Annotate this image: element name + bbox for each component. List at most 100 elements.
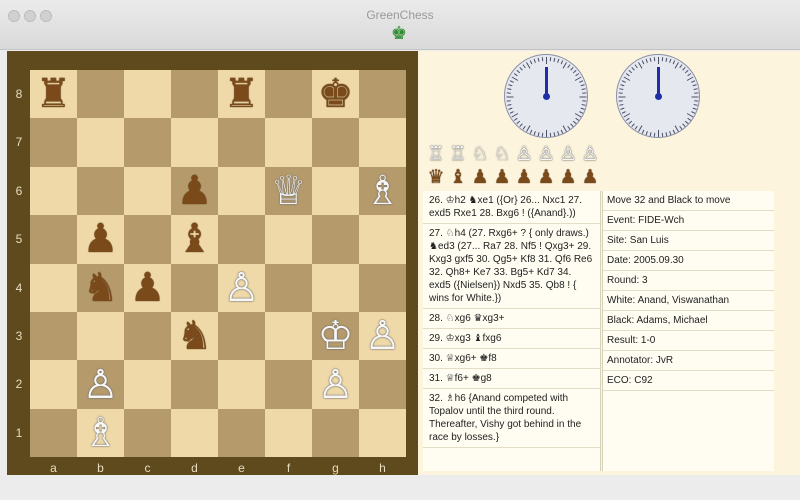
chess-piece[interactable]: ♟ [130,268,166,308]
chess-piece[interactable]: ♜ [36,74,72,114]
square-b6[interactable] [77,166,124,216]
square-h3[interactable]: ♙ [359,312,406,361]
square-e8[interactable]: ♜ [218,70,265,119]
square-c5[interactable] [124,215,171,264]
square-h6[interactable]: ♗ [359,166,406,216]
chess-piece[interactable]: ♙ [83,365,119,405]
square-d3[interactable]: ♞ [171,312,218,361]
square-e3[interactable] [218,312,265,361]
square-h1[interactable] [359,408,406,458]
square-e5[interactable] [218,215,265,264]
square-f8[interactable] [265,70,312,119]
square-a3[interactable] [30,312,77,361]
square-a2[interactable] [30,360,77,409]
square-c6[interactable] [124,166,171,216]
chess-board[interactable]: ♜ ♜ ♚ ♟ ♕ ♗ ♟ ♝ ♞ ♟ ♙ ♞ ♔ ♙ ♙ ♙ ♗ [30,70,406,458]
square-e6[interactable] [218,166,265,216]
square-f5[interactable] [265,215,312,264]
square-g7[interactable] [312,118,359,167]
chess-piece[interactable]: ♞ [83,268,119,308]
square-d6[interactable]: ♟ [171,166,218,216]
chess-piece[interactable]: ♟ [83,219,119,259]
chess-piece[interactable]: ♙ [318,365,354,405]
chess-piece[interactable]: ♜ [224,74,260,114]
square-f6[interactable]: ♕ [265,166,312,216]
green-chess-king-icon[interactable]: ♚ [389,23,409,43]
square-g5[interactable] [312,215,359,264]
square-c7[interactable] [124,118,171,167]
square-d4[interactable] [171,263,218,312]
square-a4[interactable] [30,263,77,312]
move-list[interactable]: 26. ♔h2 ♞xe1 ({Or} 26... Nxc1 27. exd5 R… [423,191,607,471]
square-b2[interactable]: ♙ [77,360,124,409]
chess-piece[interactable]: ♟ [177,171,213,211]
square-b1[interactable]: ♗ [77,408,124,458]
square-b5[interactable]: ♟ [77,215,124,264]
square-d1[interactable] [171,408,218,458]
square-g6[interactable] [312,166,359,216]
square-d7[interactable] [171,118,218,167]
square-f4[interactable] [265,263,312,312]
square-a8[interactable]: ♜ [30,70,77,119]
clock-tick [572,120,577,125]
square-g2[interactable]: ♙ [312,360,359,409]
square-g8[interactable]: ♚ [312,70,359,119]
square-b8[interactable] [77,70,124,119]
square-e4[interactable]: ♙ [218,263,265,312]
move-entry[interactable]: 27. ♘h4 (27. Rxg6+ ? { only draws.) ♞ed3… [423,224,600,309]
square-c3[interactable] [124,312,171,361]
move-entry[interactable]: 28. ♘xg6 ♛xg3+ [423,309,600,329]
clock-tick [692,84,697,87]
square-f2[interactable] [265,360,312,409]
chess-piece[interactable]: ♙ [224,268,260,308]
square-c1[interactable] [124,408,171,458]
clock-tick [579,80,584,83]
chess-piece[interactable]: ♗ [365,171,401,211]
square-b3[interactable] [77,312,124,361]
square-f7[interactable] [265,118,312,167]
move-entry[interactable]: 26. ♔h2 ♞xe1 ({Or} 26... Nxc1 27. exd5 R… [423,191,600,224]
chess-piece[interactable]: ♞ [177,316,213,356]
square-d2[interactable] [171,360,218,409]
square-g4[interactable] [312,263,359,312]
square-c4[interactable]: ♟ [124,263,171,312]
chess-piece[interactable]: ♔ [318,316,354,356]
move-entry[interactable]: 31. ♕f6+ ♚g8 [423,369,600,389]
square-c2[interactable] [124,360,171,409]
square-h8[interactable] [359,70,406,119]
move-entry[interactable]: 30. ♕xg6+ ♚f8 [423,349,600,369]
square-c8[interactable] [124,70,171,119]
clock-tick [641,129,645,134]
move-entry[interactable]: 32. ♗h6 {Anand competed with Topalov unt… [423,389,600,448]
square-f3[interactable] [265,312,312,361]
move-entry[interactable]: 29. ♔xg3 ♝fxg6 [423,329,600,349]
square-f1[interactable] [265,408,312,458]
square-e2[interactable] [218,360,265,409]
square-d5[interactable]: ♝ [171,215,218,264]
chess-piece[interactable]: ♗ [83,413,119,453]
square-h5[interactable] [359,215,406,264]
chess-piece[interactable]: ♕ [271,171,307,211]
square-h4[interactable] [359,263,406,312]
chess-piece[interactable]: ♚ [318,74,354,114]
square-g3[interactable]: ♔ [312,312,359,361]
square-b7[interactable] [77,118,124,167]
square-a5[interactable] [30,215,77,264]
square-e1[interactable] [218,408,265,458]
square-a6[interactable] [30,166,77,216]
chess-piece[interactable]: ♝ [177,219,213,259]
square-b4[interactable]: ♞ [77,263,124,312]
square-a1[interactable] [30,408,77,458]
clock-tick [684,120,689,125]
square-e7[interactable] [218,118,265,167]
clock-tick [623,76,631,81]
chess-piece[interactable]: ♙ [365,316,401,356]
square-d8[interactable] [171,70,218,119]
square-a7[interactable] [30,118,77,167]
clock-tick [645,131,648,136]
square-g1[interactable] [312,408,359,458]
square-h2[interactable] [359,360,406,409]
file-label: e [238,461,245,475]
square-h7[interactable] [359,118,406,167]
clock-tick [619,88,624,91]
